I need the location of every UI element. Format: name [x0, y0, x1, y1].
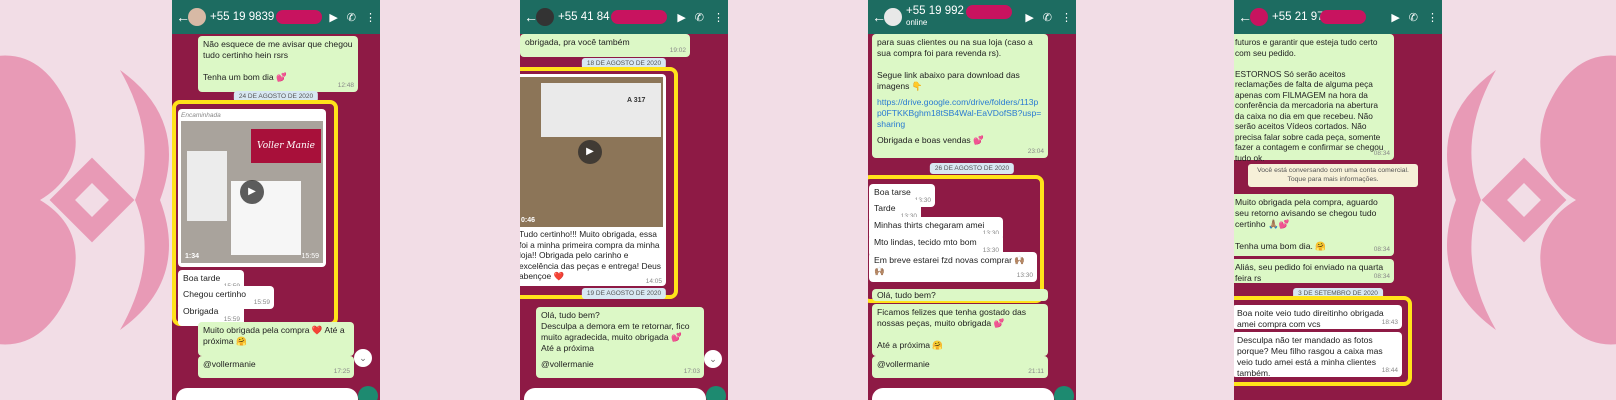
message-time: 15:59 — [301, 253, 319, 260]
chat-header: ← +55 21 970 ▶ ✆ ⋮ — [1234, 0, 1442, 34]
label-text: A 317 — [627, 97, 646, 104]
play-icon[interactable]: ▶ — [240, 180, 264, 204]
chat-screenshot-2: ← +55 41 84 ▶ ✆ ⋮ obrigada, pra você també… — [520, 0, 728, 400]
message-outgoing: Muito obrigada pela compra ❤️ Até a próx… — [198, 322, 354, 356]
date-separator: 19 DE AGOSTO DE 2020 — [581, 288, 667, 299]
video-caption: Tudo certinho!!! Muito obrigada, essa fo… — [520, 229, 661, 281]
message-outgoing: obrigada, pra você também 19:02 — [520, 34, 690, 57]
scroll-down-button[interactable]: ⌄ — [704, 350, 722, 368]
message-outgoing: @vollermanie 17:03 — [536, 356, 704, 378]
back-arrow-icon[interactable]: ← — [872, 9, 886, 25]
back-arrow-icon[interactable]: ← — [1238, 9, 1252, 25]
more-menu-icon[interactable]: ⋮ — [1427, 11, 1438, 24]
date-separator: 26 DE AGOSTO DE 2020 — [929, 163, 1015, 174]
forwarded-label: Encaminhada — [181, 112, 221, 119]
video-duration: 0:46 — [521, 217, 536, 224]
chat-header: ← +55 19 992 online ▶ ✆ ⋮ — [868, 0, 1076, 34]
phone-call-icon[interactable]: ✆ — [695, 11, 704, 24]
redaction-mark — [611, 10, 668, 24]
decorative-ornament-left — [0, 0, 190, 400]
chat-header: ← +55 41 84 ▶ ✆ ⋮ — [520, 0, 728, 34]
chat-screenshot-4: ← +55 21 970 ▶ ✆ ⋮ futuros e garantir que … — [1234, 0, 1442, 400]
more-menu-icon[interactable]: ⋮ — [365, 11, 376, 24]
message-outgoing: para suas clientes ou na sua loja (caso … — [872, 34, 1048, 158]
message-incoming: Boa noite veio tudo direitinho obrigada … — [1234, 305, 1402, 329]
message-outgoing: futuros e garantir que esteja tudo certo… — [1234, 34, 1394, 163]
message-outgoing: @vollermanie 17:25 — [198, 356, 354, 378]
message-outgoing: Muito obrigada pela compra, aguardo seu … — [1234, 194, 1394, 256]
message-outgoing: Aliás, seu pedido foi enviado na quarta … — [1234, 259, 1394, 283]
avatar[interactable] — [884, 8, 902, 26]
message-outgoing: Olá, tudo bem? Desculpa a demora em te r… — [536, 307, 704, 363]
back-arrow-icon[interactable]: ← — [176, 9, 190, 25]
phone-call-icon[interactable]: ✆ — [1409, 11, 1418, 24]
message-outgoing: Olá, tudo bem? — [872, 289, 1048, 301]
chat-header: ← +55 19 9839 ▶ ✆ ⋮ — [172, 0, 380, 34]
message-input[interactable] — [176, 388, 358, 400]
forwarded-video-message[interactable]: Encaminhada Voller Manie ▶ 1:34 15:59 — [178, 109, 326, 267]
scroll-down-button[interactable]: ⌄ — [354, 349, 372, 367]
contact-name[interactable]: +55 19 9839 — [210, 11, 274, 23]
back-arrow-icon[interactable]: ← — [524, 9, 538, 25]
video-duration: 1:34 — [185, 253, 200, 260]
video-call-icon[interactable]: ▶ — [329, 11, 337, 24]
phone-call-icon[interactable]: ✆ — [1043, 11, 1052, 24]
video-call-icon[interactable]: ▶ — [1025, 11, 1033, 24]
more-menu-icon[interactable]: ⋮ — [713, 11, 724, 24]
redaction-mark — [276, 10, 323, 24]
contact-name[interactable]: +55 41 84 — [558, 11, 609, 23]
avatar[interactable] — [536, 8, 554, 26]
business-account-notice[interactable]: Você está conversando com uma conta come… — [1248, 164, 1418, 187]
chat-screenshot-1: ← +55 19 9839 ▶ ✆ ⋮ Não esquece de me avis… — [172, 0, 380, 400]
brand-tag: Voller Manie — [251, 129, 321, 163]
message-input[interactable] — [872, 388, 1054, 400]
avatar[interactable] — [188, 8, 206, 26]
mic-button[interactable] — [706, 386, 726, 400]
redaction-mark — [1319, 10, 1366, 24]
play-icon[interactable]: ▶ — [578, 140, 602, 164]
drive-link[interactable]: https://drive.google.com/drive/folders/1… — [877, 97, 1043, 130]
message-outgoing: Não esquece de me avisar que chegou tudo… — [198, 36, 358, 92]
mic-button[interactable] — [358, 386, 378, 400]
message-outgoing: @vollermanie 21:11 — [872, 356, 1048, 378]
message-incoming: Em breve estarei fzd novas comprar 🙌🏽🙌🏽 1… — [869, 252, 1037, 282]
redaction-mark — [965, 5, 1012, 19]
video-message[interactable]: A 317 ▶ 0:46 Tudo certinho!!! Muito obri… — [520, 74, 666, 286]
message-incoming: Desculpa não ter mandado as fotos porque… — [1234, 332, 1402, 378]
more-menu-icon[interactable]: ⋮ — [1061, 11, 1072, 24]
decorative-ornament-right — [1426, 0, 1616, 400]
phone-call-icon[interactable]: ✆ — [347, 11, 356, 24]
mic-button[interactable] — [1054, 386, 1074, 400]
message-input[interactable] — [524, 388, 706, 400]
avatar[interactable] — [1250, 8, 1268, 26]
message-outgoing: Ficamos felizes que tenha gostado das no… — [872, 304, 1048, 356]
video-call-icon[interactable]: ▶ — [677, 11, 685, 24]
chat-screenshot-3: ← +55 19 992 online ▶ ✆ ⋮ para suas cliente… — [868, 0, 1076, 400]
contact-name[interactable]: +55 19 992 online — [906, 5, 964, 29]
video-call-icon[interactable]: ▶ — [1391, 11, 1399, 24]
